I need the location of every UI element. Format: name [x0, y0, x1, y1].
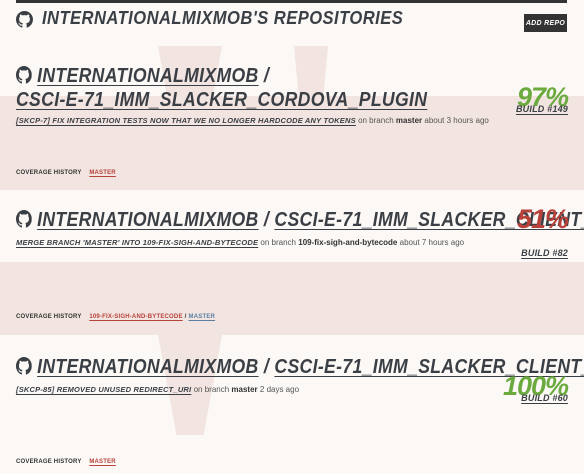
- history-branch-link[interactable]: 109-FIX-SIGH-AND-BYTECODE: [89, 314, 182, 320]
- commit-info: MERGE BRANCH 'MASTER' INTO 109-FIX-SIGH-…: [16, 238, 464, 247]
- repo-title: INTERNATIONALMIXMOB / CSCI-E-71_IMM_SLACKE…: [16, 355, 584, 379]
- coverage-history-label: COVERAGE HISTORY: [16, 170, 82, 176]
- coverage-history-label: COVERAGE HISTORY: [16, 459, 82, 465]
- repo-owner-link[interactable]: INTERNATIONALMIXMOB: [37, 356, 258, 378]
- repo-title: INTERNATIONALMIXMOB / CSCI-E-71_IMM_SLACK…: [16, 64, 427, 112]
- commit-info: [SKCP-85] REMOVED UNUSED REDIRECT_URI on…: [16, 385, 299, 394]
- history-branch-link[interactable]: MASTER: [189, 314, 216, 320]
- github-icon: [16, 357, 32, 375]
- add-repo-button[interactable]: ADD REPO: [524, 14, 567, 32]
- repo-separator: /: [263, 65, 270, 87]
- repo-separator: /: [263, 209, 270, 231]
- commit-message-link[interactable]: MERGE BRANCH 'MASTER' INTO 109-FIX-SIGH-…: [16, 238, 258, 247]
- repo-card: INTERNATIONALMIXMOB / CSCI-E-71_IMM_SLACK…: [0, 46, 584, 190]
- page-header: INTERNATIONALMIXMOB'S REPOSITORIES ADD R…: [16, 8, 567, 32]
- card-background: [0, 262, 584, 335]
- repo-owner-link[interactable]: INTERNATIONALMIXMOB: [37, 209, 258, 231]
- github-icon: [16, 210, 32, 228]
- history-branch-separator: /: [184, 314, 187, 320]
- coverage-history: COVERAGE HISTORY 109-FIX-SIGH-AND-BYTECO…: [16, 314, 215, 320]
- branch-name: master: [231, 385, 258, 394]
- on-branch-text: on branch: [193, 385, 230, 394]
- history-branch-link[interactable]: MASTER: [89, 459, 116, 465]
- repo-owner-link[interactable]: INTERNATIONALMIXMOB: [37, 65, 258, 87]
- commit-time: about 3 hours ago: [424, 116, 489, 125]
- coverage-percent: 51%: [516, 204, 569, 234]
- build-link[interactable]: BUILD #82: [521, 248, 568, 258]
- on-branch-text: on branch: [260, 238, 297, 247]
- repo-name-link[interactable]: CSCI-E-71_IMM_SLACKER_CORDOVA_PLUGIN: [16, 89, 427, 111]
- repo-card: INTERNATIONALMIXMOB / CSCI-E-71_IMM_SLACKE…: [0, 335, 584, 474]
- card-background: [0, 435, 584, 474]
- commit-info: [SKCP-7] FIX INTEGRATION TESTS NOW THAT …: [16, 116, 489, 125]
- coverage-history: COVERAGE HISTORY MASTER: [16, 459, 116, 465]
- on-branch-text: on branch: [358, 116, 394, 125]
- repo-card: INTERNATIONALMIXMOB / CSCI-E-71_IMM_SLACKE…: [0, 190, 584, 335]
- github-icon: [16, 66, 32, 84]
- page-title: INTERNATIONALMIXMOB'S REPOSITORIES: [42, 8, 404, 28]
- branch-name: master: [395, 116, 423, 125]
- commit-message-link[interactable]: [SKCP-7] FIX INTEGRATION TESTS NOW THAT …: [16, 116, 356, 125]
- repo-title: INTERNATIONALMIXMOB / CSCI-E-71_IMM_SLACKE…: [16, 208, 584, 232]
- coverage-history: COVERAGE HISTORY MASTER: [16, 170, 116, 176]
- top-border: [16, 0, 567, 3]
- repo-separator: /: [263, 356, 270, 378]
- github-icon: [16, 11, 33, 28]
- branch-name: 109-fix-sigh-and-bytecode: [298, 238, 398, 247]
- commit-time: about 7 hours ago: [399, 238, 465, 247]
- build-link[interactable]: BUILD #149: [516, 104, 568, 114]
- history-branch-link[interactable]: MASTER: [89, 170, 116, 176]
- coverage-history-label: COVERAGE HISTORY: [16, 314, 82, 320]
- build-link[interactable]: BUILD #60: [521, 393, 568, 403]
- commit-time: 2 days ago: [259, 385, 300, 394]
- commit-message-link[interactable]: [SKCP-85] REMOVED UNUSED REDIRECT_URI: [16, 385, 191, 394]
